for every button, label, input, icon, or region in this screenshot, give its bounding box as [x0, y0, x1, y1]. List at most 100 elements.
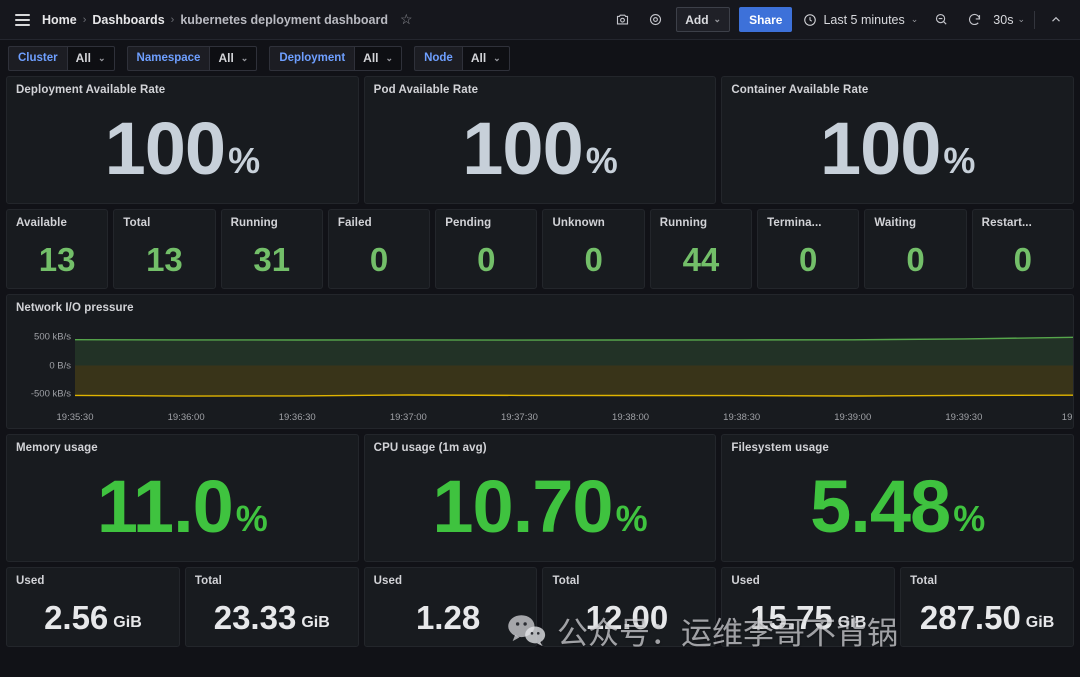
stat-number: 0	[1014, 243, 1032, 276]
stat-number: 0	[799, 243, 817, 276]
stat-unit: %	[616, 498, 648, 540]
panel-filesystem-usage[interactable]: Filesystem usage 5.48 %	[721, 434, 1074, 562]
x-axis-tick-label: 19:40:	[1062, 412, 1074, 423]
panel-pod-unknown[interactable]: Unknown 0	[542, 209, 644, 289]
panel-title: Running	[222, 210, 322, 229]
clock-icon	[803, 13, 817, 27]
panel-title: Deployment Available Rate	[7, 77, 358, 96]
share-button[interactable]: Share	[739, 7, 792, 32]
x-axis-tick-label: 19:36:30	[279, 412, 316, 423]
panel-container-waiting[interactable]: Waiting 0	[864, 209, 966, 289]
variable-cluster-select[interactable]: All ⌄	[67, 46, 115, 71]
panel-cpu-usage[interactable]: CPU usage (1m avg) 10.70 %	[364, 434, 717, 562]
top-navigation-bar: Home › Dashboards › kubernetes deploymen…	[0, 0, 1080, 40]
panel-cpu-total[interactable]: Total 12.00	[542, 567, 716, 647]
panel-title: Pending	[436, 210, 536, 229]
dashboard-panels: Deployment Available Rate 100 % Pod Avai…	[0, 76, 1080, 647]
panel-title: Available	[7, 210, 107, 229]
panel-cpu-used[interactable]: Used 1.28	[364, 567, 538, 647]
x-axis-tick-label: 19:38:30	[723, 412, 760, 423]
stat-number: 15.75	[750, 601, 833, 634]
panel-pod-running[interactable]: Running 31	[221, 209, 323, 289]
panel-title: Restart...	[973, 210, 1073, 229]
panel-memory-total[interactable]: Total 23.33 GiB	[185, 567, 359, 647]
panel-pod-failed[interactable]: Failed 0	[328, 209, 430, 289]
stat-number: 23.33	[214, 601, 297, 634]
variable-node-label[interactable]: Node	[414, 46, 462, 71]
network-chart-plot[interactable]: 500 kB/s0 B/s-500 kB/s 19:35:3019:36:001…	[7, 317, 1073, 428]
time-range-picker[interactable]: Last 5 minutes ⌄	[801, 13, 920, 27]
refresh-controls: 30s ⌄	[962, 8, 1025, 32]
chart-canvas	[75, 323, 1074, 408]
refresh-interval-picker[interactable]: 30s ⌄	[993, 13, 1025, 27]
panel-title: Total	[114, 210, 214, 229]
stat-number: 13	[39, 243, 76, 276]
breadcrumb-item-dashboards[interactable]: Dashboards	[92, 13, 164, 27]
stat-value: 11.0 %	[7, 453, 358, 561]
breadcrumb-item-home[interactable]: Home	[42, 13, 77, 27]
add-button-label: Add	[685, 13, 708, 27]
stat-value: 2.56 GiB	[7, 588, 179, 646]
stat-unit: %	[943, 140, 975, 182]
variable-namespace-select[interactable]: All ⌄	[209, 46, 257, 71]
stat-unit: %	[953, 498, 985, 540]
stat-value: 100 %	[7, 95, 358, 203]
row-availability-rates: Deployment Available Rate 100 % Pod Avai…	[6, 76, 1074, 204]
stat-number: 31	[253, 243, 290, 276]
panel-container-terminated[interactable]: Termina... 0	[757, 209, 859, 289]
variable-namespace-value: All	[218, 51, 233, 65]
chevron-down-icon: ⌄	[386, 53, 394, 64]
breadcrumb: Home › Dashboards › kubernetes deploymen…	[42, 11, 413, 28]
x-axis-tick-label: 19:39:00	[834, 412, 871, 423]
panel-deployment-available[interactable]: Available 13	[6, 209, 108, 289]
stat-value: 23.33 GiB	[186, 588, 358, 646]
panel-filesystem-total[interactable]: Total 287.50 GiB	[900, 567, 1074, 647]
stat-number: 2.56	[44, 601, 108, 634]
breadcrumb-item-current-dashboard[interactable]: kubernetes deployment dashboard	[180, 13, 388, 27]
variable-cluster-label[interactable]: Cluster	[8, 46, 67, 71]
stat-number: 0	[584, 243, 602, 276]
panel-deployment-available-rate[interactable]: Deployment Available Rate 100 %	[6, 76, 359, 204]
stat-value: 0	[973, 230, 1073, 288]
stat-value: 0	[758, 230, 858, 288]
panel-container-restarts[interactable]: Restart... 0	[972, 209, 1074, 289]
panel-container-running[interactable]: Running 44	[650, 209, 752, 289]
panel-deployment-total[interactable]: Total 13	[113, 209, 215, 289]
time-range-label: Last 5 minutes	[823, 13, 904, 27]
snapshot-icon[interactable]	[610, 8, 634, 32]
panel-title: Total	[543, 568, 715, 587]
panel-memory-used[interactable]: Used 2.56 GiB	[6, 567, 180, 647]
x-axis-tick-label: 19:37:30	[501, 412, 538, 423]
panel-title: Unknown	[543, 210, 643, 229]
stat-number: 1.28	[416, 601, 480, 634]
panel-network-io-pressure[interactable]: Network I/O pressure 500 kB/s0 B/s-500 k…	[6, 294, 1074, 429]
variable-namespace-label[interactable]: Namespace	[127, 46, 210, 71]
hamburger-menu-icon[interactable]	[8, 6, 36, 34]
zoom-out-time-range-icon[interactable]	[929, 8, 953, 32]
variable-node-value: All	[471, 51, 486, 65]
stat-number: 100	[820, 112, 940, 186]
variable-node-select[interactable]: All ⌄	[462, 46, 510, 71]
stat-unit: %	[236, 498, 268, 540]
gear-icon[interactable]	[643, 8, 667, 32]
stat-number: 0	[477, 243, 495, 276]
chevron-up-icon[interactable]	[1044, 8, 1068, 32]
panel-pod-pending[interactable]: Pending 0	[435, 209, 537, 289]
refresh-icon[interactable]	[962, 8, 986, 32]
panel-memory-usage[interactable]: Memory usage 11.0 %	[6, 434, 359, 562]
panel-filesystem-used[interactable]: Used 15.75 GiB	[721, 567, 895, 647]
variable-deployment-label[interactable]: Deployment	[269, 46, 354, 71]
y-axis-tick-label: -500 kB/s	[7, 388, 71, 399]
star-icon[interactable]: ☆	[400, 11, 413, 28]
stat-unit: GiB	[838, 614, 866, 632]
breadcrumb-separator-icon: ›	[83, 14, 87, 26]
add-button[interactable]: Add ⌄	[676, 7, 730, 32]
stat-number: 44	[683, 243, 720, 276]
variable-deployment-select[interactable]: All ⌄	[354, 46, 402, 71]
stat-unit: GiB	[301, 614, 329, 632]
panel-container-available-rate[interactable]: Container Available Rate 100 %	[721, 76, 1074, 204]
chevron-down-icon: ⌄	[493, 53, 501, 64]
panel-pod-available-rate[interactable]: Pod Available Rate 100 %	[364, 76, 717, 204]
x-axis-tick-label: 19:36:00	[168, 412, 205, 423]
variable-deployment: Deployment All ⌄	[269, 46, 402, 71]
